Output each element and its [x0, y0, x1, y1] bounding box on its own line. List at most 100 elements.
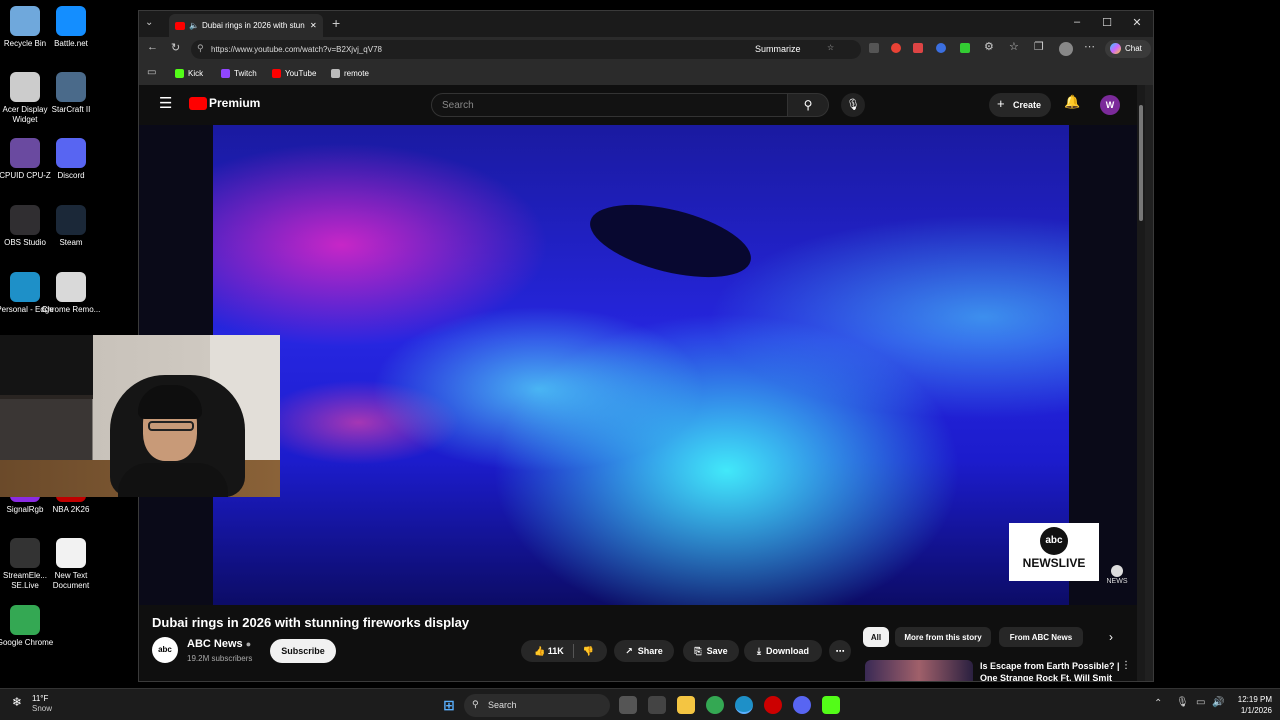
extension-icon[interactable] [891, 43, 901, 53]
profile-avatar[interactable] [1059, 42, 1073, 56]
desktop-icon[interactable]: Chrome Remo... [40, 272, 102, 315]
tab-list-icon[interactable]: ⌄ [145, 17, 153, 28]
favorite-star-icon[interactable]: ☆ [827, 43, 834, 52]
recommendation-title[interactable]: Is Escape from Earth Possible? | One Str… [980, 660, 1120, 681]
volume-icon[interactable]: 🔊 [1212, 697, 1224, 708]
extension-icon[interactable] [913, 43, 923, 53]
create-button[interactable]: + Create [989, 93, 1051, 117]
recommendation-menu-icon[interactable]: ⋮ [1121, 660, 1131, 671]
edge-taskbar-icon[interactable] [735, 696, 753, 714]
tab-title: Dubai rings in 2026 with stun [201, 21, 305, 30]
newslive-label: NEWSLIVE [1022, 556, 1086, 570]
verified-badge-icon: ● [245, 639, 252, 649]
save-button[interactable]: ⎘ Save [683, 640, 739, 662]
filter-chip[interactable]: All [863, 627, 889, 647]
widgets-icon[interactable] [648, 696, 666, 714]
chrome-remote-icon [56, 272, 86, 302]
subscribe-button[interactable]: Subscribe [270, 639, 336, 663]
account-avatar[interactable]: W [1100, 95, 1120, 115]
video-player[interactable]: abc NEWSLIVE NEWS [139, 125, 1142, 605]
chevron-right-icon[interactable]: › [1109, 630, 1113, 644]
copilot-chat-button[interactable]: Chat [1105, 40, 1151, 58]
channel-avatar[interactable]: abc [152, 637, 178, 663]
address-bar-row: ← ↻ ⚲ https://www.youtube.com/watch?v=B2… [139, 37, 1153, 61]
minimize-button[interactable]: – [1067, 16, 1087, 28]
microphone-icon[interactable]: 🎙 [1176, 697, 1189, 708]
kick-taskbar-icon[interactable] [822, 696, 840, 714]
youtube-favicon-icon [175, 21, 185, 30]
search-icon: ⚲ [803, 98, 813, 112]
desktop-icon[interactable]: New Text Document [40, 538, 102, 591]
desktop-icon[interactable]: Google Chrome [0, 605, 56, 648]
youtube-header: ☰ Premium Search ⚲ 🎙 + Create 🔔 W [139, 85, 1145, 125]
taskbar-search[interactable]: ⚲ Search [464, 694, 610, 717]
filter-chip[interactable]: From ABC News [999, 627, 1083, 647]
start-windows-icon[interactable]: ⊞ [440, 696, 458, 714]
favorites-icon[interactable]: ☆ [1009, 40, 1019, 53]
chevron-up-icon[interactable]: ⌃ [1154, 698, 1162, 709]
menu-icon[interactable]: ☰ [159, 94, 172, 112]
summarize-button[interactable]: Summarize [755, 44, 801, 54]
bookmark-item[interactable]: Twitch [221, 69, 257, 78]
extension-icon[interactable] [960, 43, 970, 53]
extension-icon[interactable] [869, 43, 879, 53]
close-window-button[interactable]: ✕ [1127, 16, 1147, 29]
desktop-icon[interactable]: StarCraft II [40, 72, 102, 115]
share-button[interactable]: ↗ Share [614, 640, 674, 662]
desktop-icon[interactable]: Discord [40, 138, 102, 181]
new-tab-button[interactable]: + [332, 15, 340, 31]
task-view-icon[interactable] [619, 696, 637, 714]
voice-search-icon[interactable]: 🎙 [841, 93, 865, 117]
download-button[interactable]: ⤓ Download [744, 640, 822, 662]
channel-watermark[interactable]: NEWS [1104, 565, 1130, 585]
taskbar-clock[interactable]: 12:19 PM 1/1/2026 [1226, 694, 1272, 716]
create-label: Create [1013, 100, 1042, 110]
url-field[interactable]: ⚲ https://www.youtube.com/watch?v=B2Xjvj… [191, 40, 861, 59]
like-button[interactable]: 👍 11K [534, 646, 564, 657]
network-icon[interactable]: ▭ [1196, 697, 1205, 708]
bookmark-folder-icon[interactable]: ▭ [147, 67, 156, 78]
collections-icon[interactable]: ❐ [1034, 40, 1044, 53]
youtube-logo-icon[interactable] [189, 97, 207, 110]
bookmark-icon: ⎘ [694, 645, 702, 656]
page-scrollbar[interactable] [1137, 85, 1145, 681]
extensions-icon[interactable]: ⚙ [984, 40, 994, 53]
thumbs-down-icon[interactable]: 👎 [583, 646, 594, 657]
bookmark-item[interactable]: YouTube [272, 69, 316, 78]
discord-taskbar-icon[interactable] [793, 696, 811, 714]
opera-taskbar-icon[interactable] [764, 696, 782, 714]
like-dislike-group: 👍 11K 👎 [521, 640, 607, 662]
more-actions-button[interactable]: ⋯ [829, 640, 851, 662]
youtube-page: ☰ Premium Search ⚲ 🎙 + Create 🔔 W abc NE… [139, 85, 1145, 681]
bookmark-favicon-icon [331, 69, 340, 78]
desktop-icon[interactable]: Steam [40, 205, 102, 248]
channel-name[interactable]: ABC News ● [187, 638, 251, 650]
search-button[interactable]: ⚲ [787, 93, 829, 117]
logo-label[interactable]: Premium [209, 96, 260, 110]
tab-youtube[interactable]: 🔈 Dubai rings in 2026 with stun ✕ [169, 14, 323, 37]
desktop-icon[interactable]: Battle.net [40, 6, 102, 49]
scrollbar-thumb[interactable] [1139, 105, 1143, 221]
bookmark-label: Kick [188, 69, 204, 78]
recommendation-thumbnail[interactable] [865, 660, 973, 681]
notifications-bell-icon[interactable]: 🔔 [1064, 94, 1080, 110]
chrome-taskbar-icon[interactable] [706, 696, 724, 714]
recycle-bin-icon [10, 6, 40, 36]
weather-widget[interactable]: ❄ 11°F Snow [12, 694, 52, 714]
thumbs-up-icon: 👍 [534, 645, 546, 656]
subscriber-count: 19.2M subscribers [187, 654, 253, 663]
search-input[interactable]: Search [431, 93, 788, 117]
video-frame[interactable]: abc NEWSLIVE [213, 125, 1099, 605]
more-menu-icon[interactable]: ⋯ [1084, 40, 1095, 53]
bookmark-item[interactable]: remote [331, 69, 369, 78]
site-info-icon[interactable]: ⚲ [197, 43, 204, 54]
back-icon[interactable]: ← [147, 41, 158, 53]
refresh-icon[interactable]: ↻ [171, 41, 180, 54]
bookmark-favicon-icon [272, 69, 281, 78]
close-tab-icon[interactable]: ✕ [310, 21, 317, 30]
bookmark-item[interactable]: Kick [175, 69, 203, 78]
maximize-button[interactable]: ☐ [1097, 16, 1117, 29]
extension-icon[interactable] [936, 43, 946, 53]
file-explorer-icon[interactable] [677, 696, 695, 714]
filter-chip[interactable]: More from this story [895, 627, 991, 647]
